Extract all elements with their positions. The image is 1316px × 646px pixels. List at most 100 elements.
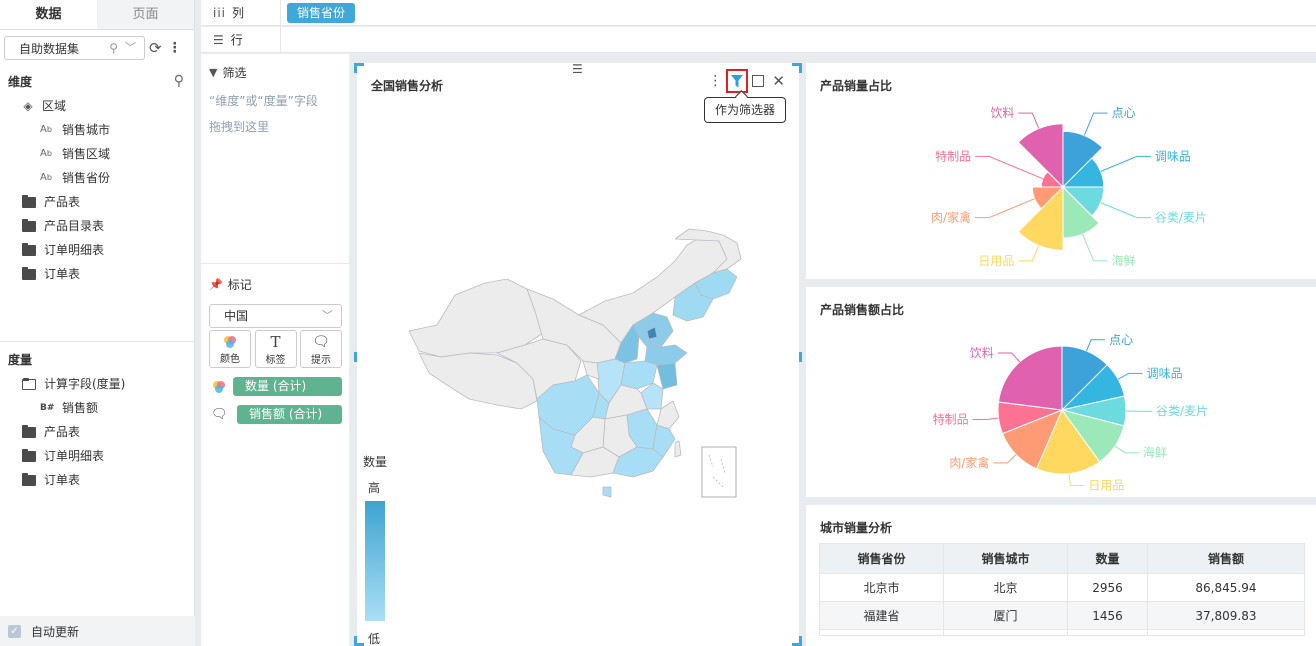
label-leader-line (1114, 445, 1139, 454)
color-icon (224, 335, 236, 348)
legend-low: 低 (368, 632, 381, 646)
tree-item-field[interactable]: Ab 销售区域 (0, 142, 194, 166)
tree-item-table[interactable]: 订单表 (0, 468, 195, 492)
folder-icon (22, 242, 36, 256)
city-sales-table: 销售省份 销售城市 数量 销售额 北京市 北京 2956 86,845.94 福… (818, 543, 1306, 636)
table-cell: 37,809.83 (1146, 601, 1306, 630)
tree-item-label: 订单明细表 (44, 243, 105, 257)
column-header[interactable]: 销售省份 (818, 543, 945, 574)
quantity-field-pill[interactable]: 数量 (合计) (233, 377, 342, 396)
label-button[interactable]: T 标签 (254, 330, 297, 368)
tree-item-calc[interactable]: 计算字段(度量) (0, 372, 195, 396)
legend-gradient[interactable] (365, 501, 385, 621)
tooltip-button-label: 提示 (311, 354, 331, 366)
filter-drop-zone[interactable]: “维度”或“度量”字段 拖拽到这里 (201, 84, 349, 140)
tab-data[interactable]: 数据 (0, 0, 97, 29)
resize-handle[interactable] (799, 352, 802, 362)
label-leader-line (997, 352, 1021, 363)
column-label: 列 (232, 6, 245, 20)
pie-slice-label: 谷类/麦片 (1155, 211, 1207, 225)
auto-update-label: 自动更新 (31, 624, 80, 639)
tree-item-table[interactable]: 订单明细表 (0, 238, 194, 262)
sales-field-pill[interactable]: 销售额 (合计) (237, 405, 342, 424)
tree-item-label: 销售城市 (62, 123, 111, 137)
columns-icon: iii (213, 5, 227, 20)
tree-item-table[interactable]: 产品表 (0, 420, 195, 444)
table-cell: 2956 (1067, 573, 1148, 602)
text-field-icon: Ab (40, 148, 52, 159)
table-widget[interactable]: 城市销量分析 销售省份 销售城市 数量 销售额 北京市 北京 2956 86,8… (806, 505, 1316, 646)
column-header[interactable]: 销售额 (1146, 543, 1306, 574)
tree-item-region[interactable]: ◈ 区域 (0, 94, 194, 118)
column-header[interactable]: 数量 (1067, 543, 1148, 574)
pie-chart: 点心调味品谷类/麦片海鲜日用品 肉/家禽 特制品 饮料 (933, 333, 1208, 493)
table-row[interactable] (818, 629, 1306, 636)
divider (201, 263, 349, 264)
label-leader-line (1068, 473, 1085, 487)
label-leader-line (1117, 372, 1143, 380)
label-button-label: 标签 (265, 354, 286, 366)
tree-item-table[interactable]: 产品目录表 (0, 214, 194, 238)
chevron-down-icon: ﹀ (322, 309, 333, 322)
region-taiwan (674, 440, 682, 458)
search-icon[interactable]: ⚲ (109, 41, 118, 55)
folder-icon (22, 218, 36, 232)
folder-open-icon (22, 377, 36, 390)
pie-widget-quantity[interactable]: 产品销量占比 点心 调味品 谷类/麦片 海鲜 日用品 肉/家禽 特制品 饮料 (806, 63, 1316, 279)
table-cell: 北京市 (818, 573, 945, 602)
tree-item-table[interactable]: 订单表 (0, 262, 194, 286)
pie-slice-label: 谷类/麦片 (1156, 404, 1208, 418)
number-field-icon: B# (40, 403, 55, 413)
more-icon[interactable]: ⋮ (168, 40, 182, 56)
tree-item-label: 产品表 (44, 195, 81, 209)
table-header-row: 销售省份 销售城市 数量 销售额 (818, 543, 1306, 574)
pie-slice[interactable] (997, 345, 1063, 411)
search-icon[interactable]: ⚲ (174, 73, 184, 89)
mark-section: 📌 标记 中国 ﹀ 颜色 T 标签 🗨 提示 数量 (合计) 🗨 销售额 (合计… (201, 266, 349, 424)
label-leader-line (1083, 112, 1108, 136)
tree-item-label: 产品表 (44, 425, 81, 439)
tree-item-table[interactable]: 订单明细表 (0, 444, 195, 468)
refresh-icon[interactable]: ⟳ (149, 39, 162, 57)
label-leader-line (993, 454, 1017, 464)
column-field-pill[interactable]: 销售省份 (287, 2, 356, 23)
tab-page[interactable]: 页面 (97, 0, 194, 29)
pin-icon: 📌 (209, 277, 223, 291)
dataset-select[interactable]: 自助数据集 ⚲ ﹀ (4, 36, 145, 60)
table-row[interactable]: 北京市 北京 2956 86,845.94 (818, 573, 1306, 602)
filter-hint: “维度”或“度量”字段 (209, 94, 318, 108)
pie-widget-sales[interactable]: 产品销售额占比 点心 调味品 谷类/麦片 海鲜 日用品 肉/家禽 特制品 饮料 (806, 287, 1316, 497)
divider (0, 341, 195, 342)
tree-item-label: 销售省份 (62, 171, 111, 185)
auto-update-row[interactable]: ✓ 自动更新 (0, 616, 195, 646)
row-shelf-label: ☰ 行 (201, 27, 281, 52)
measure-title: 度量 (8, 352, 33, 367)
tree-item-label: 销售额 (62, 401, 99, 415)
tree-item-measure[interactable]: B# 销售额 (0, 396, 195, 420)
chevron-down-icon[interactable]: ﹀ (125, 39, 136, 55)
text-field-icon: Ab (40, 172, 52, 183)
map-widget[interactable]: ☰ 全国销售分析 ⋮ ✕ 作为筛选器 数量 高 低 (354, 63, 802, 646)
table-cell (1067, 629, 1148, 636)
layers-icon: ◈ (23, 99, 33, 113)
region-jiangsu (656, 362, 678, 390)
pie-slice-label: 饮料 (990, 106, 1014, 120)
label-leader-line (1082, 233, 1108, 262)
tree-item-table[interactable]: 产品表 (0, 190, 194, 214)
pie-slice-label: 日用品 (1088, 479, 1124, 493)
table-row[interactable]: 福建省 厦门 1456 37,809.83 (818, 601, 1306, 630)
rows-icon: ☰ (213, 32, 225, 47)
table-cell: 86,845.94 (1146, 573, 1306, 602)
color-button[interactable]: 颜色 (209, 330, 251, 368)
tree-item-field[interactable]: Ab 销售省份 (0, 166, 194, 190)
column-header[interactable]: 销售城市 (943, 543, 1069, 574)
tree-item-field[interactable]: Ab 销售城市 (0, 118, 194, 142)
tree-item-label: 销售区域 (62, 147, 111, 161)
pie-slice-label: 海鲜 (1143, 445, 1167, 460)
checkbox-icon[interactable]: ✓ (8, 624, 21, 638)
mark-field-color: 数量 (合计) (211, 377, 342, 396)
folder-icon (22, 424, 36, 438)
tree-item-label: 订单表 (44, 473, 81, 487)
tooltip-button[interactable]: 🗨 提示 (300, 330, 342, 368)
mark-type-select[interactable]: 中国 ﹀ (209, 304, 342, 328)
